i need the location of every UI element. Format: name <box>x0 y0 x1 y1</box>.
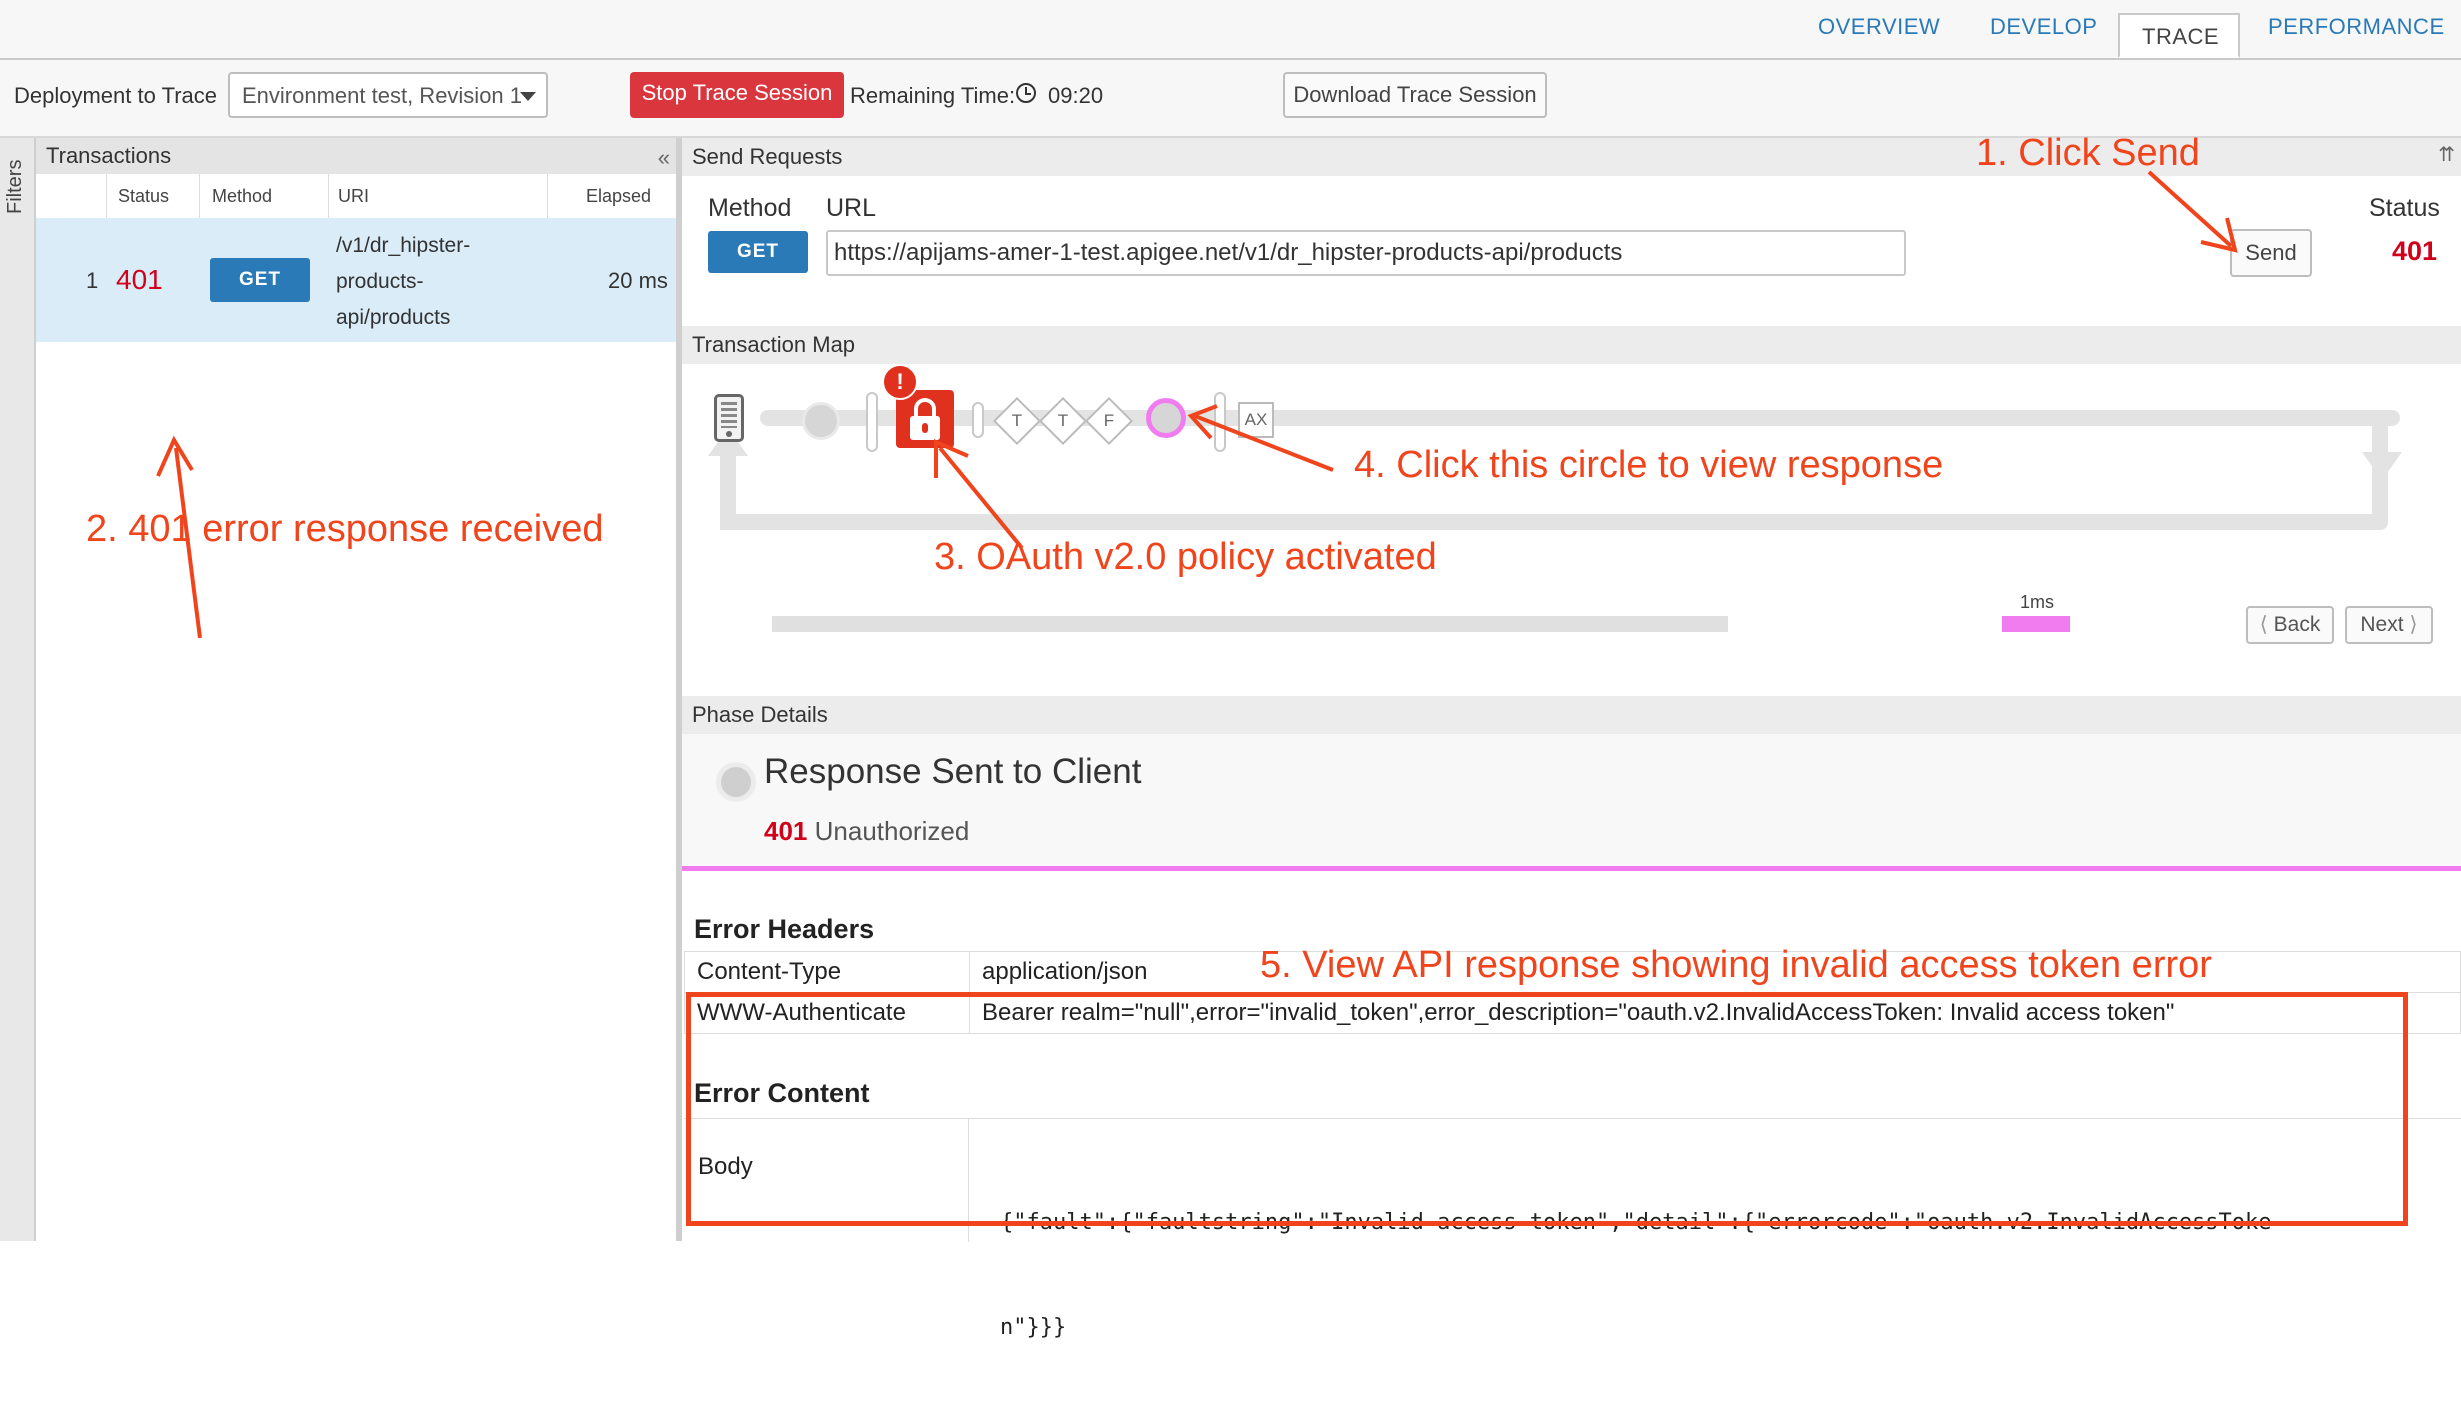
chevron-right-icon: ⟩ <box>2403 613 2418 636</box>
chevron-left-icon: ⟨ <box>2259 613 2274 636</box>
annotation-arrow-2 <box>156 435 202 638</box>
flow-step-label: T <box>1057 411 1069 430</box>
row-status: 401 <box>116 264 163 295</box>
flow-separator[interactable] <box>866 392 878 452</box>
phase-heading: Response Sent to Client <box>764 752 1142 791</box>
row-uri: /v1/dr_hipster- products- api/products <box>336 228 470 336</box>
flow-step-label: F <box>1103 411 1115 430</box>
phase-status-code: 401 <box>764 816 808 846</box>
error-headers-title: Error Headers <box>694 914 875 944</box>
download-trace-button[interactable]: Download Trace Session <box>1283 72 1547 118</box>
tab-performance[interactable]: PERFORMANCE <box>2268 14 2445 40</box>
transaction-map-title: Transaction Map <box>692 332 856 357</box>
row-elapsed: 20 ms <box>608 268 668 293</box>
annotation-4: 4. Click this circle to view response <box>1354 444 1944 486</box>
filters-sidebar[interactable] <box>0 138 36 1241</box>
transaction-map-header: Transaction Map <box>682 326 2461 364</box>
column-status[interactable]: Status <box>118 186 169 207</box>
timeline-label: 1ms <box>2020 592 2055 612</box>
header-name: Content-Type <box>684 951 970 993</box>
down-arrow-icon <box>2362 452 2402 480</box>
timeline-split <box>1934 616 1936 632</box>
phase-status-text: Unauthorized <box>814 816 970 846</box>
transactions-panel: Transactions « Status Method URI Elapsed… <box>36 138 676 1241</box>
column-method[interactable]: Method <box>212 186 272 207</box>
row-uri-line: products- <box>336 270 424 293</box>
response-circle-node[interactable] <box>1146 398 1186 438</box>
tab-overview[interactable]: OVERVIEW <box>1818 14 1940 40</box>
annotation-3: 3. OAuth v2.0 policy activated <box>934 536 1437 578</box>
flow-separator[interactable] <box>972 402 984 438</box>
flow-node-circle[interactable] <box>802 402 840 440</box>
deployment-value: Environment test, Revision 1 <box>242 83 523 108</box>
error-body-line: n"}}} <box>1000 1315 1067 1340</box>
column-uri[interactable]: URI <box>338 186 369 207</box>
timeline-bar <box>772 616 1728 632</box>
remaining-time-label: Remaining Time: <box>850 83 1016 108</box>
collapse-left-icon[interactable]: « <box>658 140 670 176</box>
response-status: 401 <box>2392 236 2438 266</box>
top-tab-bar: OVERVIEW DEVELOP TRACE PERFORMANCE <box>0 0 2461 60</box>
back-label: Back <box>2273 613 2321 636</box>
back-button[interactable]: ⟨ Back <box>2246 606 2334 644</box>
annotation-5: 5. View API response showing invalid acc… <box>1260 944 2212 986</box>
flow-return <box>720 454 736 530</box>
phase-details-header: Phase Details <box>682 696 2461 734</box>
flow-step-diamond[interactable]: T <box>1038 396 1088 446</box>
row-index: 1 <box>86 268 99 293</box>
status-label: Status <box>2369 194 2440 222</box>
annotation-arrow-1 <box>2147 170 2238 253</box>
annotation-2: 2. 401 error response received <box>86 508 604 550</box>
send-requests-title: Send Requests <box>692 144 843 169</box>
column-elapsed[interactable]: Elapsed <box>586 186 651 207</box>
phase-status: 401 Unauthorized <box>764 816 969 847</box>
transactions-header: Transactions « <box>36 138 676 174</box>
collapse-up-icon[interactable]: ⇈ <box>2438 142 2455 167</box>
chevron-down-icon <box>520 92 536 101</box>
client-phone-icon[interactable] <box>714 394 744 442</box>
transactions-title: Transactions <box>46 143 172 168</box>
clock-icon <box>1016 83 1036 103</box>
lock-shackle <box>914 398 936 418</box>
row-uri-line: /v1/dr_hipster- <box>336 234 471 257</box>
error-badge-icon: ! <box>882 364 918 400</box>
transaction-map: ! T T F AX 4. Click this circle to view … <box>682 364 2461 676</box>
trace-details-panel: Send Requests ⇈ Method URL Status GET ht… <box>682 132 2461 1340</box>
trace-toolbar: Deployment to Trace Environment test, Re… <box>0 60 2461 138</box>
url-label: URL <box>826 194 877 222</box>
timeline-highlight[interactable] <box>2002 616 2070 632</box>
deployment-select[interactable]: Environment test, Revision 1 <box>228 72 548 118</box>
filters-label: Filters <box>4 159 26 214</box>
next-button[interactable]: Next ⟩ <box>2345 606 2433 644</box>
phase-highlight-line <box>682 866 2461 871</box>
flow-step-diamond[interactable]: F <box>1084 396 1134 446</box>
annotation-highlight-box <box>686 992 2408 1226</box>
timeline-split <box>1728 616 1730 632</box>
method-select[interactable]: GET <box>708 231 808 273</box>
url-input[interactable]: https://apijams-amer-1-test.apigee.net/v… <box>826 230 1906 276</box>
row-method-badge: GET <box>210 258 310 302</box>
phase-circle-icon <box>716 762 756 802</box>
tab-trace[interactable]: TRACE <box>2118 13 2240 58</box>
method-label: Method <box>708 194 792 222</box>
annotation-arrow-4 <box>1187 404 1334 472</box>
phase-details-title: Phase Details <box>692 702 828 727</box>
next-label: Next <box>2360 613 2404 636</box>
remaining-time-value: 09:20 <box>1048 83 1104 108</box>
flow-step-label: T <box>1011 411 1023 430</box>
stop-trace-button[interactable]: Stop Trace Session <box>630 72 844 118</box>
deployment-label: Deployment to Trace <box>14 83 217 108</box>
row-uri-line: api/products <box>336 306 451 329</box>
tab-develop[interactable]: DEVELOP <box>1990 14 2097 40</box>
phase-summary: Response Sent to Client 401 Unauthorized <box>682 734 2461 866</box>
